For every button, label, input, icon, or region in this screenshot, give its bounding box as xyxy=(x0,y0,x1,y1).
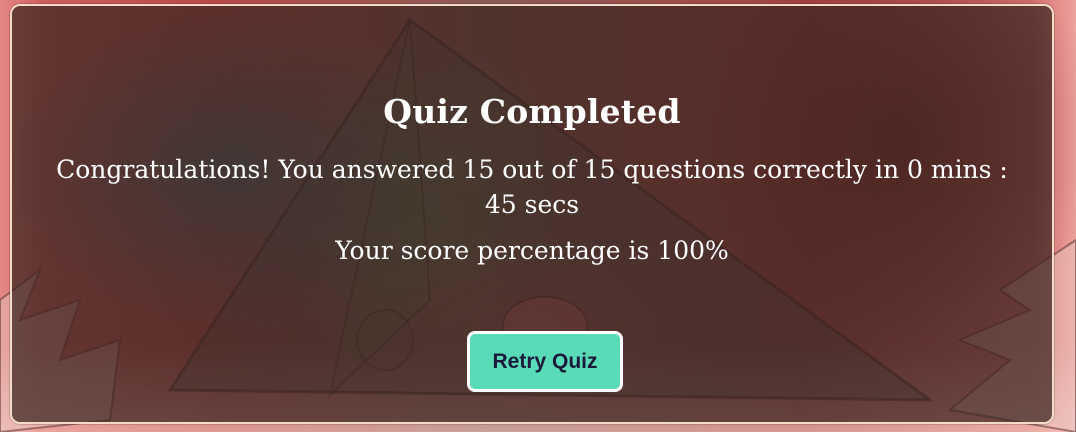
retry-quiz-button[interactable]: Retry Quiz xyxy=(467,331,623,392)
quiz-title: Quiz Completed xyxy=(383,92,681,131)
result-message: Congratulations! You answered 15 out of … xyxy=(56,155,1008,219)
quiz-result-screen: Quiz Completed Congratulations! You answ… xyxy=(0,0,1076,432)
result-panel: Quiz Completed Congratulations! You answ… xyxy=(10,4,1054,424)
score-percentage: Your score percentage is 100% xyxy=(335,236,729,265)
